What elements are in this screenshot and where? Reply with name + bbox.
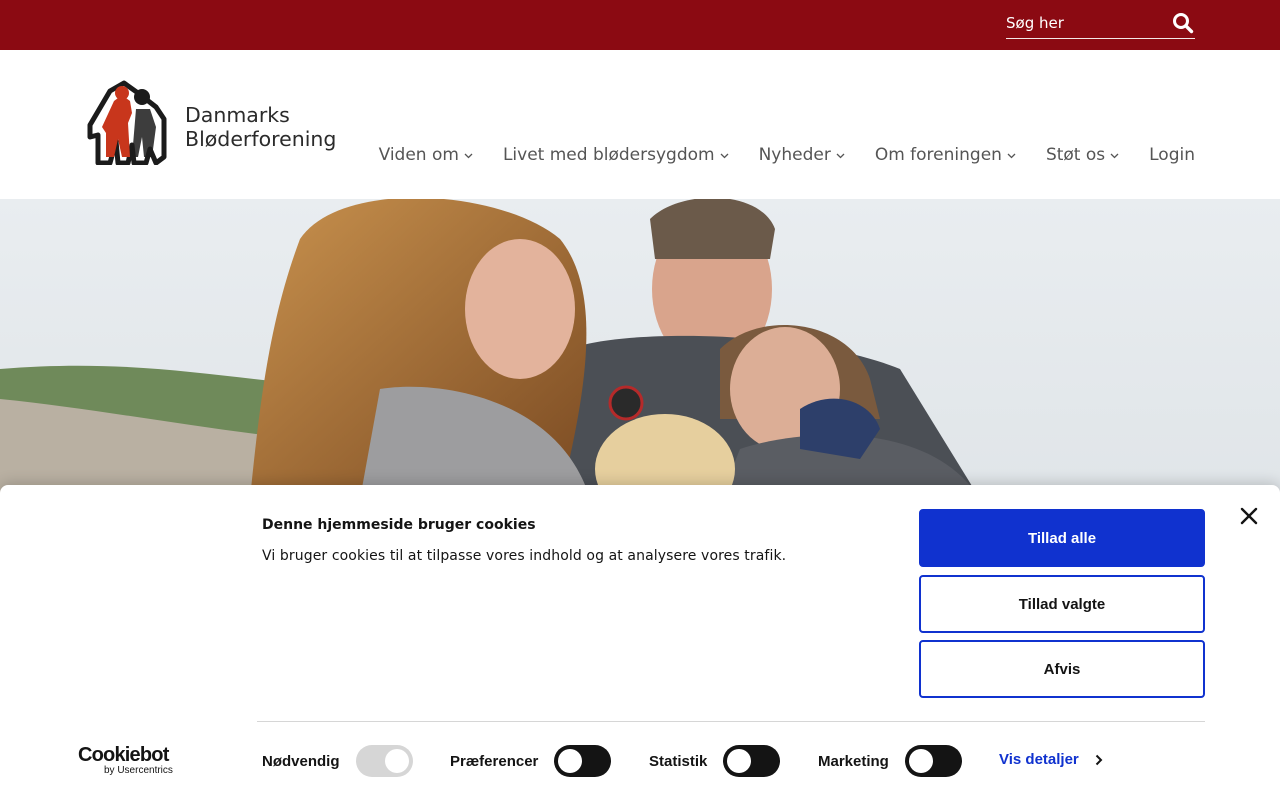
- chevron-down-icon: [836, 153, 845, 159]
- toggle-label: Præferencer: [450, 752, 539, 770]
- chevron-down-icon: [1007, 153, 1016, 159]
- chevron-right-icon: [1095, 754, 1103, 765]
- nav-item-stoet-os[interactable]: Støt os: [1046, 145, 1119, 165]
- search-input[interactable]: [1006, 10, 1166, 36]
- toggle-preferences: Præferencer: [450, 744, 612, 778]
- switch-knob: [558, 749, 583, 773]
- toggle-label: Marketing: [818, 752, 889, 770]
- nav-item-nyheder[interactable]: Nyheder: [759, 145, 845, 165]
- site-logo[interactable]: Danmarks Bløderforening: [84, 79, 346, 166]
- marketing-switch[interactable]: [904, 745, 962, 777]
- search-icon[interactable]: [1171, 11, 1195, 35]
- cookiebot-logo: Cookiebot by Usercentrics: [78, 745, 188, 779]
- show-details-label: Vis detaljer: [999, 751, 1079, 768]
- logo-text: Danmarks Bløderforening: [185, 103, 336, 151]
- preferences-switch[interactable]: [554, 745, 612, 777]
- main-nav: Viden om Livet med blødersygdom Nyheder …: [379, 142, 1195, 168]
- switch-knob: [908, 749, 933, 773]
- nav-item-label: Viden om: [378, 145, 459, 165]
- switch-knob: [384, 749, 409, 773]
- chevron-down-icon: [464, 153, 473, 159]
- allow-selected-button[interactable]: Tillad valgte: [919, 575, 1205, 633]
- nav-item-livet-med-bloedersygdom[interactable]: Livet med blødersygdom: [503, 145, 729, 165]
- statistics-switch[interactable]: [723, 745, 781, 777]
- necessary-switch[interactable]: [355, 745, 413, 777]
- site-header: Danmarks Bløderforening Viden om Livet m…: [0, 50, 1280, 199]
- allow-all-button[interactable]: Tillad alle: [919, 509, 1205, 567]
- toggle-statistics: Statistik: [649, 744, 781, 778]
- nav-item-label: Støt os: [1045, 145, 1106, 165]
- cookie-description: Vi bruger cookies til at tilpasse vores …: [262, 548, 787, 564]
- family-logo-icon: [84, 79, 168, 166]
- close-icon[interactable]: [1238, 505, 1260, 527]
- nav-item-viden-om[interactable]: Viden om: [379, 145, 473, 165]
- search-box: [1006, 8, 1195, 39]
- show-details-link[interactable]: Vis detaljer: [999, 751, 1103, 768]
- cookie-banner: Denne hjemmeside bruger cookies Vi bruge…: [0, 485, 1280, 800]
- divider: [257, 721, 1205, 722]
- nav-item-om-foreningen[interactable]: Om foreningen: [875, 145, 1016, 165]
- nav-item-label: Livet med blødersygdom: [502, 145, 715, 165]
- logo-line-2: Bløderforening: [185, 127, 337, 151]
- nav-item-label: Om foreningen: [874, 145, 1002, 165]
- chevron-down-icon: [720, 153, 729, 159]
- toggle-marketing: Marketing: [818, 744, 962, 778]
- toggle-label: Statistik: [649, 752, 708, 770]
- logo-line-1: Danmarks: [185, 103, 290, 127]
- deny-button[interactable]: Afvis: [919, 640, 1205, 698]
- cookie-title: Denne hjemmeside bruger cookies: [262, 517, 536, 533]
- cookiebot-logo-sub: by Usercentrics: [104, 765, 173, 776]
- switch-knob: [727, 749, 752, 773]
- nav-item-login[interactable]: Login: [1149, 145, 1195, 165]
- top-bar: [0, 0, 1280, 50]
- toggle-label: Nødvendig: [262, 752, 340, 770]
- nav-item-label: Login: [1149, 145, 1195, 165]
- cookiebot-logo-main: Cookiebot: [78, 744, 169, 766]
- toggle-necessary: Nødvendig: [262, 744, 413, 778]
- nav-item-label: Nyheder: [758, 145, 831, 165]
- chevron-down-icon: [1110, 153, 1119, 159]
